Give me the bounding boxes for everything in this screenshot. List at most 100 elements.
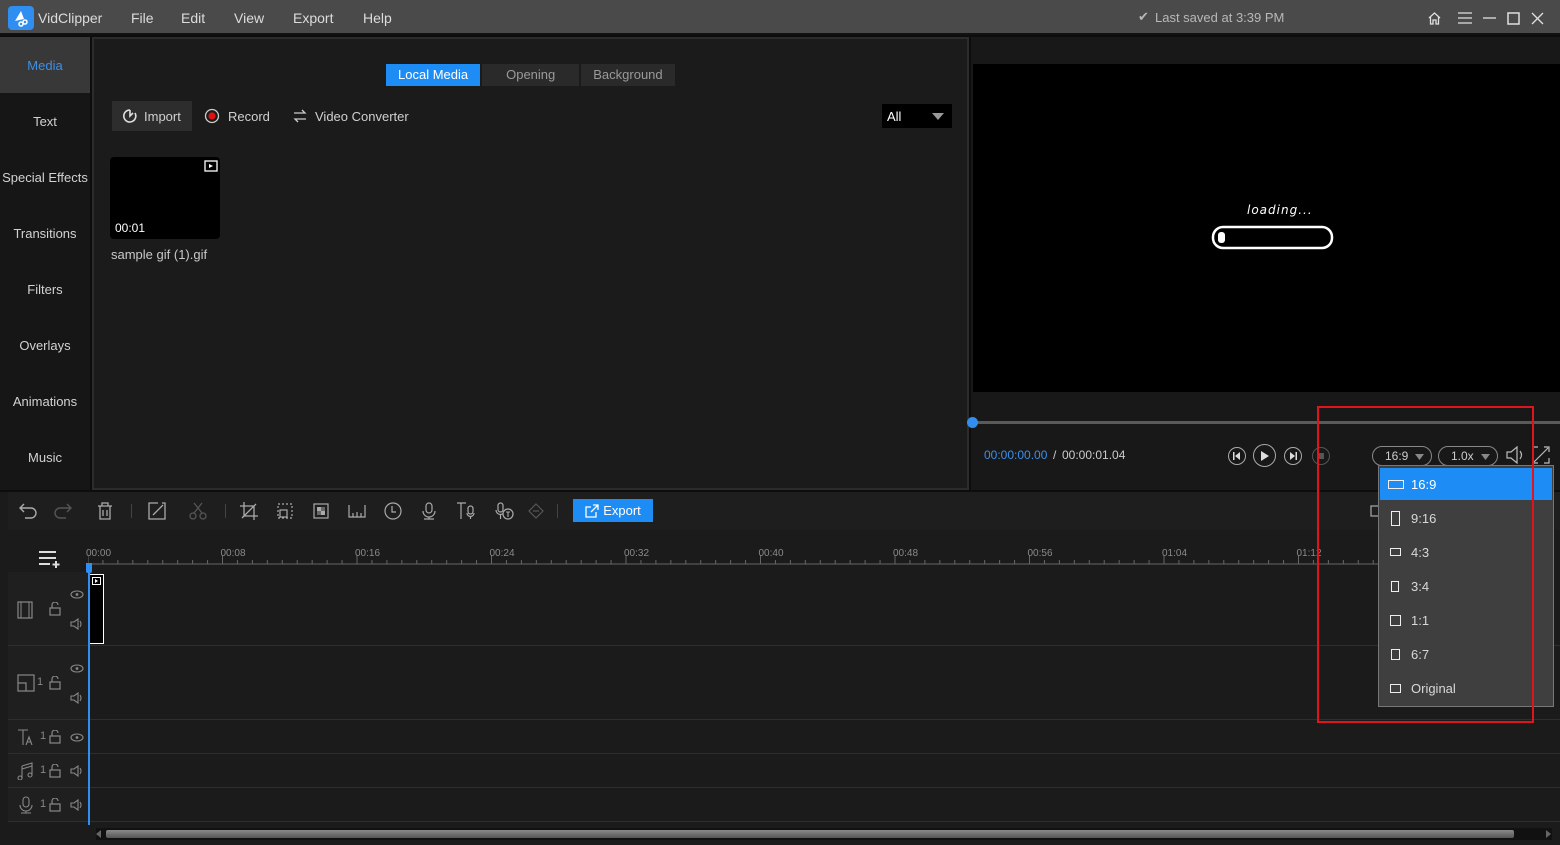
- close-icon[interactable]: [1527, 8, 1547, 28]
- lock-icon[interactable]: [49, 798, 61, 812]
- volume-icon: [1506, 445, 1523, 465]
- crop-button[interactable]: [237, 499, 261, 523]
- seek-handle[interactable]: [967, 417, 978, 428]
- speaker-icon[interactable]: [70, 765, 84, 777]
- hamburger-menu-icon[interactable]: [1455, 8, 1475, 28]
- sidebar-item-filters[interactable]: Filters: [0, 261, 90, 317]
- play-button[interactable]: [1253, 444, 1276, 467]
- ratio-option-9-16[interactable]: 9:16: [1380, 502, 1552, 534]
- ratio-3-4-icon: [1391, 580, 1399, 592]
- speed-button[interactable]: [381, 499, 405, 523]
- scrollbar-thumb[interactable]: [106, 830, 1514, 838]
- lock-icon[interactable]: [49, 764, 61, 778]
- menu-export[interactable]: Export: [293, 10, 333, 26]
- tab-local-media[interactable]: Local Media: [386, 64, 481, 86]
- sidebar-item-animations[interactable]: Animations: [0, 373, 90, 429]
- speech-text-icon: [495, 502, 514, 520]
- sidebar-item-overlays[interactable]: Overlays: [0, 317, 90, 373]
- timeline-playhead[interactable]: [86, 563, 92, 825]
- speech-to-text-button[interactable]: [493, 499, 517, 523]
- tab-opening[interactable]: Opening: [482, 64, 580, 86]
- import-icon: [123, 109, 137, 123]
- record-button[interactable]: Record: [204, 101, 270, 131]
- undo-button[interactable]: [16, 499, 40, 523]
- seek-bar[interactable]: [967, 417, 1560, 428]
- add-track-button[interactable]: [38, 550, 62, 573]
- preview-panel: loading... 00:00:00.00 / 00:00:01.04 16:…: [967, 37, 1560, 490]
- delete-button[interactable]: [93, 499, 117, 523]
- home-icon[interactable]: [1424, 8, 1444, 28]
- media-filter-select[interactable]: All: [882, 104, 952, 128]
- toolbar-divider: [225, 504, 226, 518]
- speaker-icon[interactable]: [70, 618, 84, 630]
- sidebar-item-music[interactable]: Music: [0, 429, 90, 485]
- ratio-option-original[interactable]: Original: [1380, 672, 1552, 704]
- ratio-option-1-1[interactable]: 1:1: [1380, 604, 1552, 636]
- media-clip-thumbnail[interactable]: 00:01: [110, 157, 220, 239]
- ratio-option-3-4[interactable]: 3:4: [1380, 570, 1552, 602]
- speaker-icon[interactable]: [70, 799, 84, 811]
- overlay-icon: [17, 674, 35, 692]
- lock-icon[interactable]: [49, 676, 61, 690]
- sidebar-item-text[interactable]: Text: [0, 93, 90, 149]
- prev-frame-button[interactable]: [1228, 447, 1246, 465]
- ratio-option-4-3[interactable]: 4:3: [1380, 536, 1552, 568]
- sidebar-item-special-effects[interactable]: Special Effects: [0, 149, 90, 205]
- import-button[interactable]: Import: [112, 101, 192, 131]
- edit-button[interactable]: [145, 499, 169, 523]
- eye-icon[interactable]: [70, 733, 84, 742]
- mosaic-button[interactable]: [309, 499, 333, 523]
- music-note-icon: [17, 762, 33, 780]
- lock-icon[interactable]: [49, 730, 61, 744]
- maximize-icon[interactable]: [1503, 8, 1523, 28]
- timeline-ruler[interactable]: 00:00 00:08 00:16 00:24 00:32 00:40 00:48 00:56…: [86, 540, 1378, 572]
- speaker-icon[interactable]: [70, 692, 84, 704]
- loading-text: loading...: [1247, 203, 1313, 217]
- ratio-4-3-icon: [1390, 548, 1401, 556]
- eye-icon[interactable]: [70, 590, 84, 599]
- zoom-button[interactable]: [273, 499, 297, 523]
- overlay-track-header: 1: [8, 646, 88, 719]
- lock-icon[interactable]: [49, 602, 61, 616]
- split-button[interactable]: [186, 499, 210, 523]
- app-logo-icon: [8, 6, 34, 30]
- gif-badge-icon: [204, 160, 218, 172]
- export-button[interactable]: Export: [573, 499, 653, 522]
- ratio-option-16-9[interactable]: 16:9: [1380, 468, 1552, 500]
- toolbar-divider: [131, 504, 132, 518]
- stop-button[interactable]: [1312, 447, 1330, 465]
- eye-icon[interactable]: [70, 664, 84, 673]
- next-frame-button[interactable]: [1284, 447, 1302, 465]
- ratio-option-6-7[interactable]: 6:7: [1380, 638, 1552, 670]
- check-icon: ✔: [1138, 9, 1149, 24]
- scroll-left-icon[interactable]: [96, 830, 102, 838]
- video-converter-button[interactable]: Video Converter: [293, 101, 409, 131]
- scroll-right-icon[interactable]: [1546, 830, 1552, 838]
- sidebar-item-transitions[interactable]: Transitions: [0, 205, 90, 261]
- edit-icon: [148, 502, 166, 520]
- minimize-icon[interactable]: [1479, 8, 1499, 28]
- import-label: Import: [144, 108, 181, 124]
- menu-view[interactable]: View: [234, 10, 264, 26]
- timeline-panel: Export 00:00 00:08 00:16 00:24 00:32 00:40 00:…: [0, 492, 1560, 845]
- speed-select[interactable]: 1.0x: [1438, 446, 1498, 466]
- timeline-clip[interactable]: [89, 574, 104, 644]
- sidebar-item-media[interactable]: Media: [0, 37, 90, 93]
- text-to-speech-button[interactable]: [454, 499, 478, 523]
- preview-screen: loading...: [973, 64, 1560, 392]
- voiceover-button[interactable]: [417, 499, 441, 523]
- menu-edit[interactable]: Edit: [181, 10, 205, 26]
- redo-button[interactable]: [51, 499, 75, 523]
- menu-file[interactable]: File: [131, 10, 154, 26]
- playhead-handle[interactable]: [86, 563, 92, 573]
- aspect-ratio-select[interactable]: 16:9: [1372, 446, 1432, 466]
- ruler-tick-label: 00:16: [355, 548, 381, 559]
- menu-help[interactable]: Help: [363, 10, 392, 26]
- keyframe-button[interactable]: [524, 499, 548, 523]
- ruler-tick-label: 00:00: [86, 548, 112, 559]
- tab-background[interactable]: Background: [581, 64, 675, 86]
- timeline-horizontal-scrollbar[interactable]: [96, 828, 1552, 840]
- app-title: VidClipper: [38, 10, 103, 26]
- duration-button[interactable]: [345, 499, 369, 523]
- scissors-icon: [189, 502, 207, 520]
